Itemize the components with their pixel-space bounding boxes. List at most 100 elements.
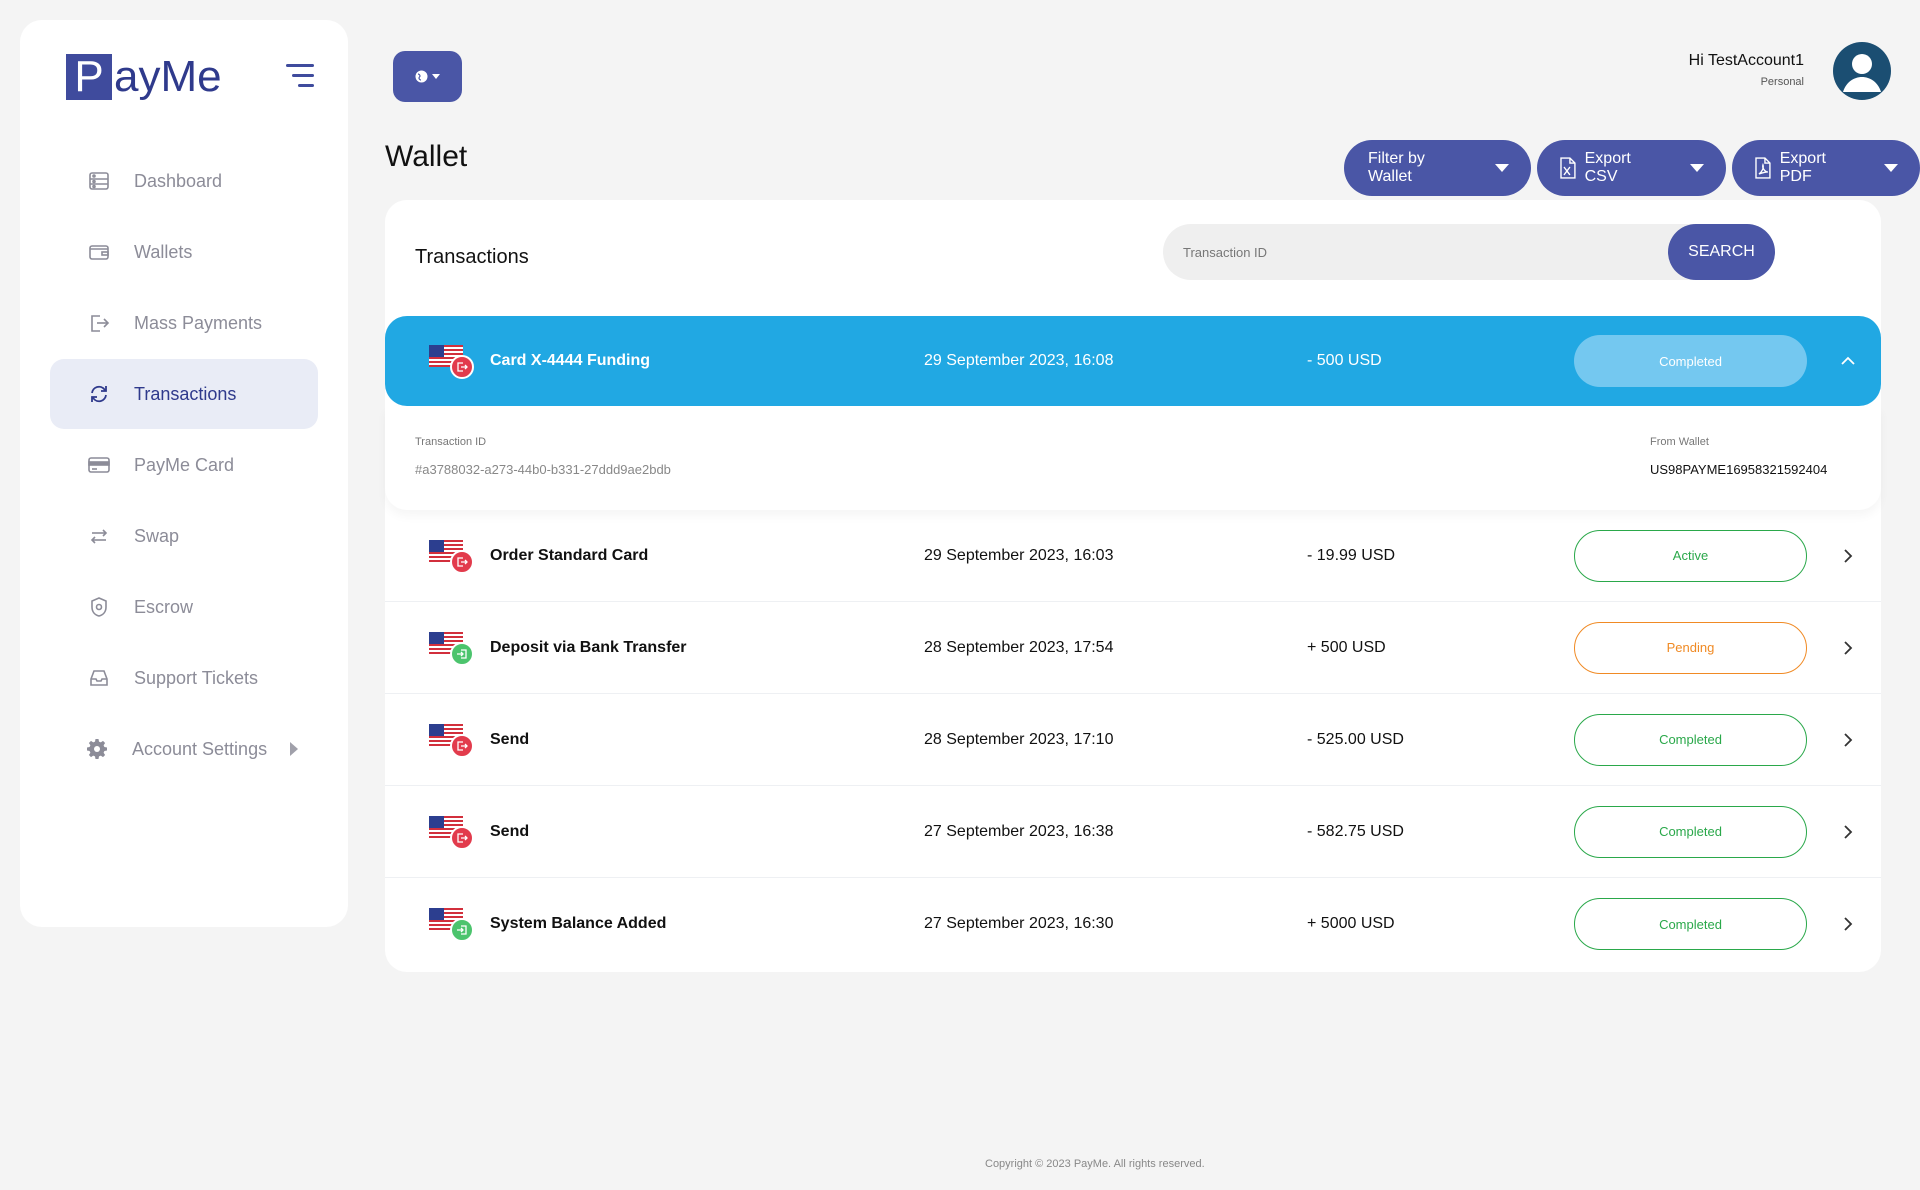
chevron-right-icon[interactable] xyxy=(1839,731,1857,749)
sidebar-item-dashboard[interactable]: Dashboard xyxy=(50,146,318,216)
transaction-id-value: #a3788032-a273-44b0-b331-27ddd9ae2bdb xyxy=(415,462,671,477)
transaction-amount: - 500 USD xyxy=(1307,352,1382,369)
transaction-date: 29 September 2023, 16:08 xyxy=(924,352,1114,369)
transaction-name: Card X-4444 Funding xyxy=(490,352,651,369)
table-row[interactable]: Deposit via Bank Transfer 28 September 2… xyxy=(385,602,1881,694)
transaction-amount: + 500 USD xyxy=(1307,638,1386,656)
transaction-id-input[interactable] xyxy=(1163,224,1683,280)
caret-down-icon xyxy=(1689,164,1704,172)
us-flag-icon xyxy=(429,345,475,379)
transaction-amount: - 525.00 USD xyxy=(1307,730,1404,748)
sidebar-item-support-tickets[interactable]: Support Tickets xyxy=(50,643,318,713)
us-flag-icon xyxy=(429,631,475,666)
sidebar-item-label: Escrow xyxy=(134,596,194,617)
transaction-details: Transaction ID #a3788032-a273-44b0-b331-… xyxy=(385,406,1881,510)
refresh-icon xyxy=(88,383,110,405)
chevron-right-icon[interactable] xyxy=(1839,823,1857,841)
card-icon xyxy=(88,454,110,476)
chevron-right-icon[interactable] xyxy=(1839,547,1857,565)
gear-icon xyxy=(86,738,108,760)
sidebar: P ayMe Dashboard Wallets Mass Payments T… xyxy=(20,20,348,927)
inbox-icon xyxy=(88,667,110,689)
status-badge: Pending xyxy=(1574,621,1807,674)
transaction-date: 28 September 2023, 17:54 xyxy=(924,638,1114,656)
status-badge: Active xyxy=(1574,529,1807,582)
sidebar-item-label: Dashboard xyxy=(134,170,223,191)
export-pdf-label: Export PDF xyxy=(1779,150,1826,185)
logo-text: ayMe xyxy=(114,52,222,101)
sidebar-item-label: Account Settings xyxy=(132,738,268,759)
transactions-title: Transactions xyxy=(415,246,529,268)
chevron-right-icon[interactable] xyxy=(1839,639,1857,657)
us-flag-icon xyxy=(429,539,475,574)
chevron-up-icon[interactable] xyxy=(1839,352,1857,370)
sidebar-item-payme-card[interactable]: PayMe Card xyxy=(50,430,318,500)
us-flag-icon xyxy=(429,815,475,850)
transaction-name: Deposit via Bank Transfer xyxy=(490,638,687,656)
status-badge: Completed xyxy=(1574,898,1807,950)
table-row[interactable]: Order Standard Card 29 September 2023, 1… xyxy=(385,510,1881,602)
table-row[interactable]: Card X-4444 Funding 29 September 2023, 1… xyxy=(385,316,1881,406)
filter-by-wallet-button[interactable]: Filter by Wallet xyxy=(1344,140,1531,196)
status-badge: Completed xyxy=(1574,713,1807,766)
transaction-amount: - 582.75 USD xyxy=(1307,822,1404,840)
table-row[interactable]: Send 28 September 2023, 17:10 - 525.00 U… xyxy=(385,694,1881,786)
transaction-name: Send xyxy=(490,730,530,748)
sidebar-item-mass-payments[interactable]: Mass Payments xyxy=(50,288,318,358)
account-type: Personal xyxy=(1760,76,1804,88)
avatar[interactable] xyxy=(1833,42,1891,100)
from-wallet-label: From Wallet xyxy=(1650,436,1709,448)
status-badge: Completed xyxy=(1574,335,1807,387)
transaction-name: Send xyxy=(490,822,530,840)
sidebar-item-label: Mass Payments xyxy=(134,312,263,333)
language-button[interactable] xyxy=(393,51,462,102)
filter-label: Filter by Wallet xyxy=(1368,150,1425,185)
sidebar-nav: Dashboard Wallets Mass Payments Transact… xyxy=(50,146,318,785)
caret-down-icon xyxy=(1884,164,1898,172)
toolbar: Filter by Wallet Export CSV Export PDF xyxy=(1344,140,1920,196)
from-wallet-value: US98PAYME16958321592404 xyxy=(1650,462,1828,477)
table-row[interactable]: Send 27 September 2023, 16:38 - 582.75 U… xyxy=(385,786,1881,878)
transactions-card: Transactions SEARCH Transaction ID #a378… xyxy=(385,200,1881,972)
transaction-name: Order Standard Card xyxy=(490,546,649,564)
sidebar-item-label: Swap xyxy=(134,525,180,546)
transaction-date: 27 September 2023, 16:30 xyxy=(924,915,1114,932)
user-greeting: Hi TestAccount1 Personal xyxy=(1689,52,1804,88)
search-bar: SEARCH xyxy=(1163,224,1775,280)
export-pdf-button[interactable]: Export PDF xyxy=(1731,140,1920,196)
chevron-right-icon[interactable] xyxy=(1839,915,1857,933)
sidebar-item-wallets[interactable]: Wallets xyxy=(50,217,318,287)
incoming-icon xyxy=(450,641,474,666)
sidebar-item-label: Wallets xyxy=(134,241,193,262)
status-badge: Completed xyxy=(1574,805,1807,858)
table-row[interactable]: System Balance Added 27 September 2023, … xyxy=(385,878,1881,970)
export-csv-button[interactable]: Export CSV xyxy=(1536,140,1726,196)
transaction-id-label: Transaction ID xyxy=(415,436,487,448)
outgoing-icon xyxy=(450,549,474,574)
incoming-icon xyxy=(450,918,474,942)
transaction-date: 27 September 2023, 16:38 xyxy=(924,822,1114,840)
logo-mark: P xyxy=(66,54,112,100)
transaction-amount: - 19.99 USD xyxy=(1307,546,1396,564)
outgoing-icon xyxy=(450,733,474,758)
transaction-date: 29 September 2023, 16:03 xyxy=(924,546,1114,564)
transaction-date: 28 September 2023, 17:10 xyxy=(924,730,1114,748)
dashboard-icon xyxy=(88,170,110,192)
sidebar-item-escrow[interactable]: Escrow xyxy=(50,572,318,642)
menu-icon[interactable] xyxy=(286,64,314,88)
globe-icon xyxy=(415,70,428,83)
shield-icon xyxy=(88,596,110,618)
excel-file-icon xyxy=(1560,157,1576,179)
search-button[interactable]: SEARCH xyxy=(1668,224,1775,280)
sidebar-item-transactions[interactable]: Transactions xyxy=(50,359,318,429)
caret-down-icon xyxy=(1494,164,1509,172)
sidebar-item-label: PayMe Card xyxy=(134,454,235,475)
wallet-icon xyxy=(88,241,110,263)
sidebar-item-account-settings[interactable]: Account Settings xyxy=(50,714,318,784)
logo[interactable]: P ayMe xyxy=(66,54,222,100)
sidebar-item-swap[interactable]: Swap xyxy=(50,501,318,571)
sidebar-item-label: Transactions xyxy=(134,383,237,404)
export-csv-label: Export CSV xyxy=(1584,150,1631,185)
outgoing-icon xyxy=(450,825,474,850)
page-title: Wallet xyxy=(385,140,468,173)
